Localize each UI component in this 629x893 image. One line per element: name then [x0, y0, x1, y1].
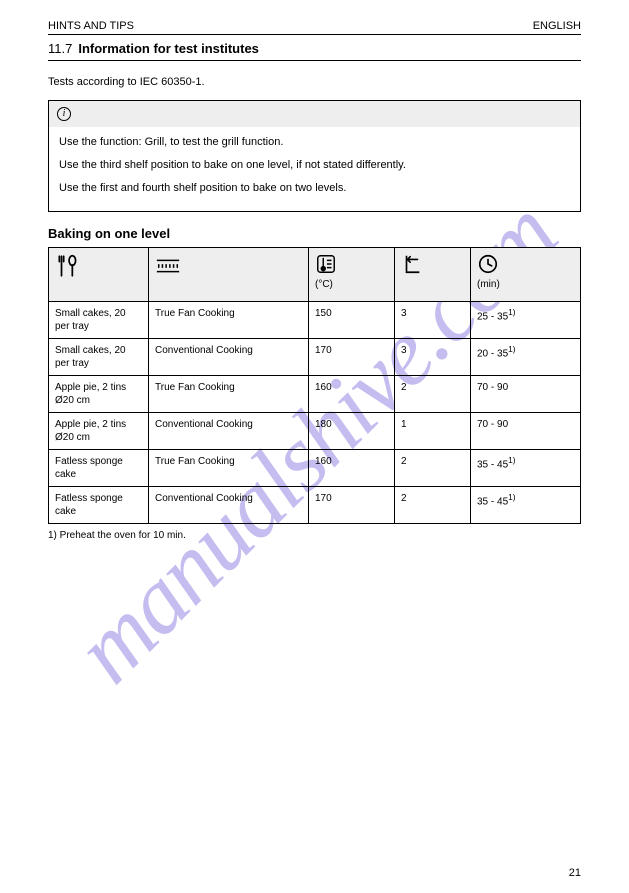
- cell-temp: 160: [309, 376, 395, 413]
- cell-temp: 150: [309, 302, 395, 339]
- header-right: ENGLISH: [533, 20, 581, 32]
- th-temp-unit: (°C): [315, 278, 388, 291]
- food-icon: [55, 253, 81, 279]
- cell-func: Conventional Cooking: [149, 413, 309, 450]
- cell-temp: 180: [309, 413, 395, 450]
- cell-food: Fatless sponge cake: [49, 450, 149, 487]
- cell-func: Conventional Cooking: [149, 339, 309, 376]
- info-box-header: i: [49, 101, 580, 127]
- table-row: Apple pie, 2 tins Ø20 cm Conventional Co…: [49, 413, 581, 450]
- cell-time: 70 - 90: [471, 376, 581, 413]
- subsection-title: Baking on one level: [48, 226, 581, 241]
- cell-food: Apple pie, 2 tins Ø20 cm: [49, 413, 149, 450]
- cell-temp: 170: [309, 339, 395, 376]
- cell-temp: 160: [309, 450, 395, 487]
- cell-food: Small cakes, 20 per tray: [49, 339, 149, 376]
- table-header-row: (°C) (min): [49, 248, 581, 302]
- info-paragraph-3: Use the first and fourth shelf position …: [59, 181, 570, 196]
- table-row: Fatless sponge cake True Fan Cooking 160…: [49, 450, 581, 487]
- th-function: [149, 248, 309, 302]
- cell-func: Conventional Cooking: [149, 487, 309, 524]
- cell-shelf: 2: [395, 376, 471, 413]
- cell-temp: 170: [309, 487, 395, 524]
- cell-shelf: 2: [395, 487, 471, 524]
- table-body: Small cakes, 20 per tray True Fan Cookin…: [49, 302, 581, 524]
- th-time-unit: (min): [477, 278, 574, 291]
- cell-time: 70 - 90: [471, 413, 581, 450]
- heating-function-icon: [155, 253, 181, 279]
- th-time: (min): [471, 248, 581, 302]
- clock-icon: [477, 253, 499, 275]
- thermometer-icon: [315, 253, 337, 275]
- page-header: HINTS AND TIPS ENGLISH: [48, 20, 581, 35]
- table-row: Apple pie, 2 tins Ø20 cm True Fan Cookin…: [49, 376, 581, 413]
- cell-time: 35 - 451): [471, 450, 581, 487]
- info-box: i Use the function: Grill, to test the g…: [48, 100, 581, 213]
- section-number: 11.7: [48, 41, 72, 56]
- shelf-position-icon: [401, 253, 423, 275]
- cell-func: True Fan Cooking: [149, 376, 309, 413]
- section-heading-row: 11.7 Information for test institutes: [48, 41, 581, 61]
- cell-food: Small cakes, 20 per tray: [49, 302, 149, 339]
- cell-shelf: 3: [395, 302, 471, 339]
- info-paragraph-1: Use the function: Grill, to test the gri…: [59, 135, 570, 150]
- table-row: Small cakes, 20 per tray Conventional Co…: [49, 339, 581, 376]
- intro-text: Tests according to IEC 60350-1.: [48, 75, 581, 90]
- cell-food: Fatless sponge cake: [49, 487, 149, 524]
- cell-func: True Fan Cooking: [149, 302, 309, 339]
- cooking-table: (°C) (min) Small: [48, 247, 581, 524]
- cell-shelf: 2: [395, 450, 471, 487]
- cell-time: 35 - 451): [471, 487, 581, 524]
- cell-food: Apple pie, 2 tins Ø20 cm: [49, 376, 149, 413]
- info-icon: i: [57, 107, 71, 121]
- cell-shelf: 1: [395, 413, 471, 450]
- table-row: Small cakes, 20 per tray True Fan Cookin…: [49, 302, 581, 339]
- cell-time: 20 - 351): [471, 339, 581, 376]
- section-title: Information for test institutes: [78, 41, 259, 56]
- page-content: HINTS AND TIPS ENGLISH 11.7 Information …: [0, 0, 629, 541]
- table-footnote: 1) Preheat the oven for 10 min.: [48, 530, 581, 541]
- th-shelf: [395, 248, 471, 302]
- header-left: HINTS AND TIPS: [48, 20, 134, 32]
- info-box-body: Use the function: Grill, to test the gri…: [49, 127, 580, 212]
- cell-shelf: 3: [395, 339, 471, 376]
- cell-time: 25 - 351): [471, 302, 581, 339]
- page-number: 21: [569, 867, 581, 879]
- cell-func: True Fan Cooking: [149, 450, 309, 487]
- info-paragraph-2: Use the third shelf position to bake on …: [59, 158, 570, 173]
- table-row: Fatless sponge cake Conventional Cooking…: [49, 487, 581, 524]
- th-food: [49, 248, 149, 302]
- th-temperature: (°C): [309, 248, 395, 302]
